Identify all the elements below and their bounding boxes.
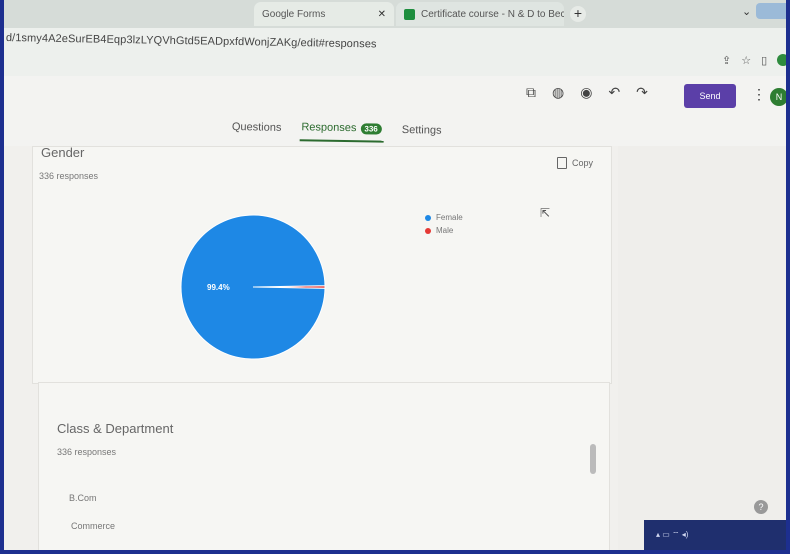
- legend-label: Male: [436, 226, 454, 235]
- response-count: 336 responses: [39, 171, 99, 181]
- tab-label: Responses: [301, 121, 357, 135]
- form-tabs: Questions Responses 336 Settings: [230, 120, 444, 144]
- avatar[interactable]: N: [770, 88, 786, 106]
- extension-icon[interactable]: [777, 54, 786, 66]
- more-options-icon[interactable]: ⋮: [752, 86, 766, 103]
- list-item: Commerce: [71, 521, 116, 531]
- system-tray-icons[interactable]: ▴ ▭ ⌔ ◂): [656, 530, 688, 540]
- tab-questions[interactable]: Questions: [230, 120, 284, 141]
- browser-tab-strip: Google Forms ✕ Certificate course - N & …: [4, 0, 786, 28]
- share-icon[interactable]: ⇪: [722, 54, 731, 67]
- sidebar-icon[interactable]: ▯: [761, 54, 767, 67]
- address-bar[interactable]: d/1smy4A2eSurEB4Eqp3lzLYQVhGtd5EADpxfdWo…: [4, 28, 786, 76]
- tab-label: Settings: [401, 124, 442, 137]
- palette-icon[interactable]: ◍: [552, 84, 564, 101]
- window-controls[interactable]: [756, 3, 786, 19]
- legend-dot: [425, 214, 431, 221]
- list-item: B.Com: [69, 493, 97, 503]
- legend-item-female: Female: [425, 213, 463, 222]
- send-button[interactable]: Send: [684, 84, 736, 108]
- gender-pie-chart: 99.4%: [180, 214, 326, 360]
- question-title: Gender: [41, 145, 85, 160]
- pie-slice-label-female: 99.4%: [207, 283, 230, 292]
- copy-chart-button[interactable]: Copy: [557, 157, 593, 169]
- new-tab-button[interactable]: +: [570, 6, 586, 22]
- response-count: 336 responses: [57, 447, 117, 457]
- bookmark-star-icon[interactable]: ☆: [741, 54, 751, 67]
- tab-responses[interactable]: Responses 336: [299, 121, 384, 143]
- tab-title: Certificate course - N & D to Bec: [421, 8, 564, 20]
- chevron-down-icon[interactable]: ⌄: [742, 5, 751, 18]
- responses-count-badge: 336: [360, 122, 382, 135]
- copy-label: Copy: [572, 158, 594, 168]
- class-department-question-card: Class & Department 336 responses B.Com C…: [38, 382, 610, 550]
- chart-legend: Female Male: [425, 213, 463, 239]
- sheets-favicon-icon: [404, 8, 415, 20]
- screen: Google Forms ✕ Certificate course - N & …: [4, 0, 786, 550]
- windows-taskbar: ▴ ▭ ⌔ ◂): [644, 520, 786, 550]
- tab-settings[interactable]: Settings: [400, 123, 444, 144]
- mouse-cursor-icon: ⇱: [540, 206, 551, 220]
- tab-title: Google Forms: [262, 8, 326, 20]
- forms-header: ⧉ ◍ ◉ ↶ ↷ Send ⋮ N Questions Responses 3…: [4, 76, 786, 147]
- scrollbar-thumb[interactable]: [590, 444, 596, 474]
- question-title: Class & Department: [57, 421, 174, 436]
- help-icon[interactable]: ?: [754, 500, 768, 514]
- address-bar-icons: ⇪ ☆ ▯: [722, 54, 786, 67]
- browser-tab-certificate-course[interactable]: Certificate course - N & D to Bec ✕: [396, 2, 564, 26]
- legend-item-male: Male: [425, 226, 463, 235]
- undo-icon[interactable]: ↶: [608, 84, 620, 101]
- legend-dot: [425, 227, 431, 234]
- copy-icon: [557, 157, 567, 169]
- close-icon[interactable]: ✕: [378, 9, 386, 20]
- legend-label: Female: [436, 213, 463, 222]
- addon-puzzle-icon[interactable]: ⧉: [526, 84, 536, 101]
- preview-eye-icon[interactable]: ◉: [580, 84, 592, 101]
- form-toolbar: ⧉ ◍ ◉ ↶ ↷: [526, 84, 648, 101]
- gender-question-card: Gender 336 responses Copy 99.4% Female M…: [32, 145, 612, 384]
- tab-label: Questions: [231, 121, 282, 134]
- browser-tab-google-forms[interactable]: Google Forms ✕: [254, 2, 394, 26]
- side-panel: [618, 146, 786, 550]
- redo-icon[interactable]: ↷: [636, 84, 648, 101]
- url-text[interactable]: d/1smy4A2eSurEB4Eqp3lzLYQVhGtd5EADpxfdWo…: [6, 32, 377, 50]
